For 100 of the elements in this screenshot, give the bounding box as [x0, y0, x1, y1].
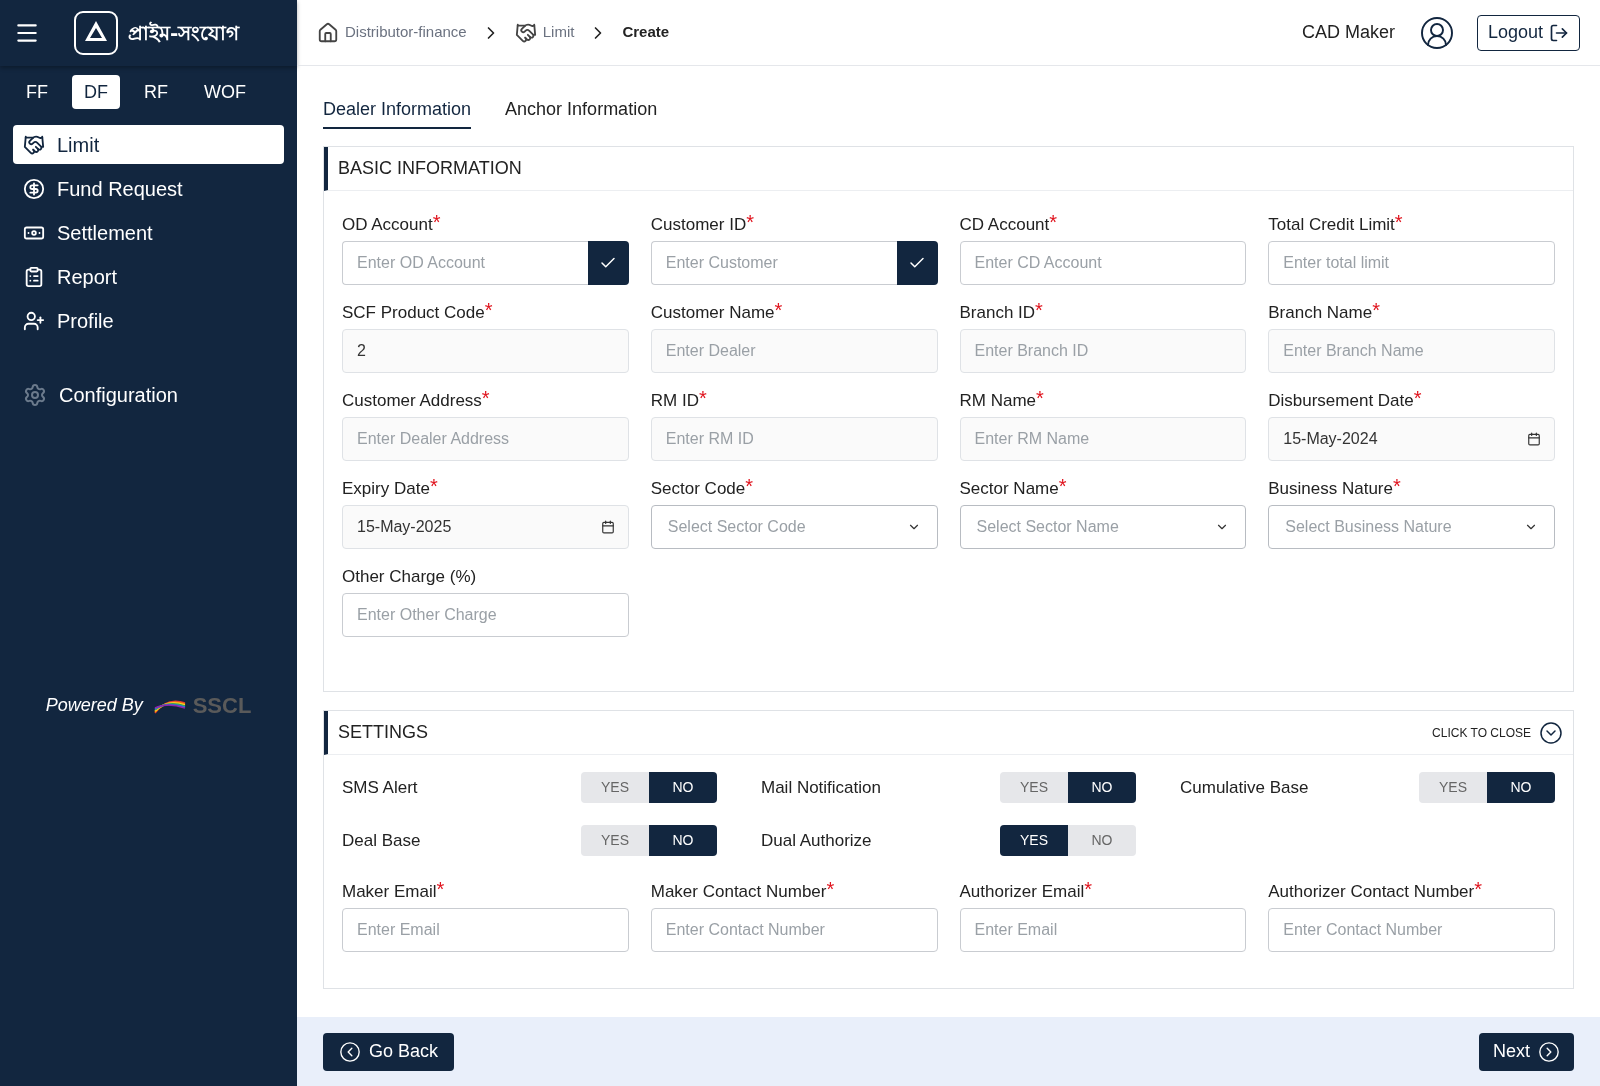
module-tab[interactable]: DF — [72, 75, 120, 109]
required-asterisk: * — [745, 477, 754, 495]
field-label: SCF Product Code — [342, 302, 485, 324]
toggle-option[interactable]: YES — [1000, 772, 1068, 803]
field-label: Branch Name — [1268, 302, 1373, 324]
required-asterisk: * — [698, 389, 707, 407]
input-field[interactable]: Enter Contact Number — [1268, 908, 1555, 952]
field-label: Other Charge (%) — [342, 566, 477, 588]
field-label: Business Nature — [1268, 478, 1393, 500]
required-asterisk: * — [774, 301, 783, 319]
input-field[interactable]: Enter Customer — [650, 241, 897, 285]
required-asterisk: * — [429, 477, 438, 495]
input-field[interactable]: Enter OD Account — [342, 241, 588, 285]
toggle-option[interactable]: NO — [1487, 772, 1555, 803]
select-placeholder: Select Sector Name — [976, 517, 1120, 537]
toggle-option[interactable]: YES — [1419, 772, 1487, 803]
breadcrumb-link[interactable]: Limit — [514, 21, 575, 44]
breadcrumb-link[interactable]: Distributor-finance — [317, 21, 467, 44]
chevron-left-icon — [339, 1040, 361, 1063]
input-field[interactable]: Enter total limit — [1268, 241, 1555, 285]
check-button[interactable] — [587, 241, 629, 285]
field-label: OD Account — [342, 214, 433, 236]
clipboard-icon — [23, 265, 45, 288]
input-field[interactable]: Enter Email — [959, 908, 1247, 952]
field-label: Sector Code — [650, 478, 746, 500]
select-placeholder: Select Sector Code — [667, 517, 807, 537]
brand-name: প্রাইম-সংযোগ — [128, 20, 240, 47]
toggle-option[interactable]: YES — [581, 772, 649, 803]
nav-item[interactable]: Report — [13, 257, 284, 296]
input-field[interactable]: Enter Other Charge — [342, 593, 629, 637]
required-asterisk: * — [481, 389, 490, 407]
home-icon — [317, 21, 339, 44]
nav-item[interactable]: Fund Request — [13, 169, 284, 208]
logo-icon — [74, 11, 118, 55]
required-asterisk: * — [1394, 213, 1403, 231]
field-label: Authorizer Email — [959, 881, 1085, 903]
required-asterisk: * — [432, 213, 441, 231]
required-asterisk: * — [1049, 213, 1058, 231]
setting-label: Cumulative Base — [1180, 776, 1309, 799]
field-label: Total Credit Limit — [1268, 214, 1395, 236]
required-asterisk: * — [746, 213, 754, 231]
nav-item[interactable]: Profile — [13, 301, 284, 340]
toggle-option[interactable]: YES — [1000, 825, 1068, 856]
toggle-option[interactable]: YES — [581, 825, 649, 856]
required-asterisk: * — [1393, 477, 1401, 495]
field-label: Sector Name — [959, 478, 1059, 500]
user-icon[interactable] — [1418, 14, 1455, 51]
toggle-option[interactable]: NO — [649, 772, 717, 803]
toggle-option[interactable]: NO — [1068, 772, 1136, 803]
chevron-right-icon — [1538, 1040, 1560, 1063]
check-button[interactable] — [896, 241, 938, 285]
required-asterisk: * — [826, 880, 835, 898]
input-field[interactable]: Enter Email — [342, 908, 629, 952]
required-asterisk: * — [484, 301, 493, 319]
toggle-option[interactable]: NO — [1068, 825, 1136, 856]
required-asterisk: * — [1036, 389, 1044, 407]
go-back-button[interactable]: Go Back — [323, 1032, 455, 1071]
field-label: Customer Address — [342, 390, 482, 412]
nav-item[interactable]: Settlement — [13, 213, 284, 252]
field-label: Disbursement Date — [1268, 390, 1414, 412]
input-field[interactable]: Enter CD Account — [959, 241, 1247, 285]
user-plus-icon — [23, 309, 45, 332]
input-field[interactable]: Enter Contact Number — [650, 908, 938, 952]
required-asterisk: * — [1413, 389, 1422, 407]
module-tab[interactable]: RF — [132, 75, 180, 109]
setting-label: Mail Notification — [761, 776, 881, 799]
required-asterisk: * — [1372, 301, 1380, 319]
tab[interactable]: Dealer Information — [323, 96, 472, 129]
nav-item[interactable]: Configuration — [13, 375, 284, 414]
field-label: Authorizer Contact Number — [1268, 881, 1475, 903]
handshake-icon — [514, 21, 537, 44]
dollar-circle-icon — [23, 177, 45, 200]
user-role: CAD Maker — [1301, 21, 1395, 44]
required-asterisk: * — [1058, 477, 1067, 495]
toggle-option[interactable]: NO — [649, 825, 717, 856]
module-tab[interactable]: WOF — [192, 75, 258, 109]
logout-icon — [1549, 22, 1569, 43]
breadcrumb-link[interactable]: Create — [622, 21, 670, 44]
field-label: RM ID — [650, 390, 699, 412]
field-label: CD Account — [959, 214, 1050, 236]
required-asterisk: * — [1084, 880, 1092, 898]
required-asterisk: * — [436, 880, 445, 898]
collapse-button[interactable]: CLICK TO CLOSE — [1432, 720, 1563, 745]
section-title: BASIC INFORMATION — [338, 157, 522, 180]
module-tab[interactable]: FF — [14, 75, 60, 109]
setting-label: Deal Base — [342, 829, 421, 852]
next-button[interactable]: Next — [1479, 1032, 1574, 1071]
powered-by-text: Powered By — [45, 694, 143, 717]
field-label: Maker Email — [342, 881, 437, 903]
required-asterisk: * — [1035, 301, 1043, 319]
tab[interactable]: Anchor Information — [505, 96, 658, 129]
settings-icon — [23, 382, 47, 407]
chevron-down-icon — [1539, 720, 1563, 745]
field-label: Customer Name — [650, 302, 775, 324]
sscl-logo-text: SSCL — [192, 692, 252, 720]
handshake-icon — [23, 133, 45, 156]
logout-button[interactable]: Logout — [1476, 14, 1580, 51]
field-label: Maker Contact Number — [650, 881, 827, 903]
field-label: Expiry Date — [342, 478, 430, 500]
nav-item[interactable]: Limit — [13, 125, 284, 164]
